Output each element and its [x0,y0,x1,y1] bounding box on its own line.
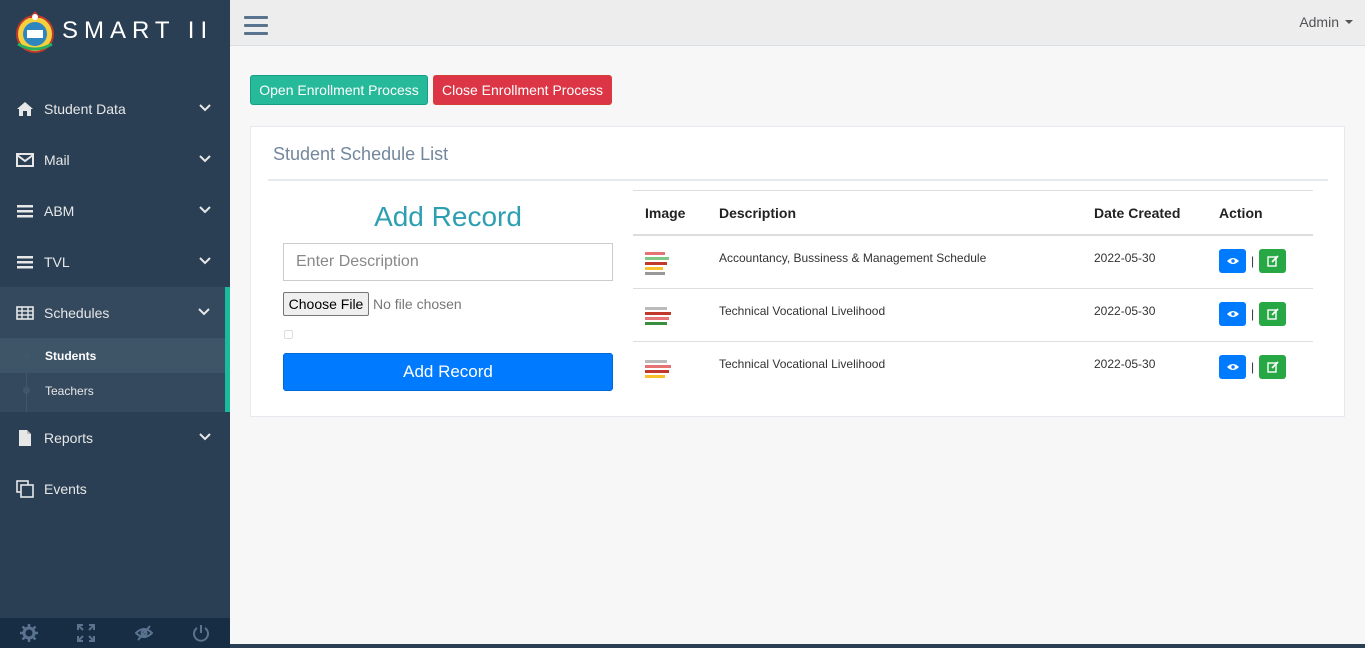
sidebar-menu: Student Data Mail ABM TVL Schedules Stud… [0,83,230,514]
submenu-item-students[interactable]: Students [0,338,225,373]
schedules-submenu: Students Teachers [0,338,230,412]
edit-icon [1266,308,1279,320]
file-status: No file chosen [373,296,462,312]
row-description: Accountancy, Bussiness & Management Sche… [719,251,987,265]
add-record-button[interactable]: Add Record [283,353,613,391]
edit-button[interactable] [1259,249,1287,273]
checkbox[interactable] [284,330,293,339]
table-header: Image Description Date Created Action [633,190,1313,236]
table-row: Technical Vocational Livelihood 2022-05-… [633,342,1313,392]
sidebar-item-label: Student Data [44,100,126,117]
edit-icon [1266,255,1279,267]
file-icon [15,428,35,448]
edit-button[interactable] [1259,355,1287,379]
sidebar-item-label: Schedules [44,304,110,321]
edit-icon [1266,361,1279,373]
sidebar-item-events[interactable]: Events [0,463,230,514]
close-enrollment-button[interactable]: Close Enrollment Process [433,75,612,105]
schedule-thumbnail[interactable] [645,356,671,382]
fullscreen-icon[interactable] [76,623,96,643]
schedule-table: Image Description Date Created Action Ac… [633,190,1313,392]
sidebar-item-schedules[interactable]: Schedules [0,287,230,338]
chevron-down-icon [199,155,211,163]
sidebar-item-label: Mail [44,151,70,168]
choose-file-button[interactable]: Choose File [283,292,369,316]
view-button[interactable] [1219,249,1246,273]
table-icon [15,303,35,323]
menu-toggle-icon[interactable] [244,16,268,38]
eye-slash-icon[interactable] [134,623,154,643]
chevron-down-icon [199,104,211,112]
eye-icon [1226,364,1239,370]
chevron-down-icon [199,206,211,214]
action-separator: | [1251,307,1255,321]
submenu-item-label: Teachers [45,383,94,398]
bottom-bar [230,644,1365,648]
caret-down-icon [1345,20,1353,24]
row-date: 2022-05-30 [1094,251,1156,265]
power-icon[interactable] [191,623,211,643]
user-name: Admin [1299,14,1339,30]
header-action: Action [1219,204,1263,221]
panel-divider [268,179,1328,181]
sidebar-item-abm[interactable]: ABM [0,185,230,236]
eye-icon [1226,311,1239,317]
user-menu[interactable]: Admin [1299,14,1353,30]
sidebar-item-mail[interactable]: Mail [0,134,230,185]
row-description: Technical Vocational Livelihood [719,304,886,318]
header-description: Description [719,204,797,221]
chevron-down-icon [198,308,210,316]
view-button[interactable] [1219,302,1246,326]
brand[interactable]: SMART II [0,0,230,62]
schedule-thumbnail[interactable] [645,303,671,329]
school-seal-icon [16,11,54,53]
sidebar-item-reports[interactable]: Reports [0,412,230,463]
sidebar-footer [0,618,230,648]
sidebar: SMART II Student Data Mail ABM TVL Sched… [0,0,230,648]
table-row: Accountancy, Bussiness & Management Sche… [633,236,1313,289]
row-description: Technical Vocational Livelihood [719,357,886,371]
envelope-icon [15,150,35,170]
sidebar-item-label: Reports [44,429,94,446]
view-button[interactable] [1219,355,1246,379]
sidebar-item-label: ABM [44,202,75,219]
header-image: Image [645,204,686,221]
header-date-created: Date Created [1094,204,1181,221]
schedule-panel: Student Schedule List Add Record Choose … [250,126,1345,417]
row-actions: | [1219,302,1287,326]
schedule-thumbnail[interactable] [645,250,671,276]
add-record-heading: Add Record [374,201,522,232]
home-icon [15,99,35,119]
chevron-down-icon [199,433,211,441]
action-separator: | [1251,254,1255,268]
row-date: 2022-05-30 [1094,304,1156,318]
open-enrollment-button[interactable]: Open Enrollment Process [250,75,428,105]
description-input[interactable] [283,243,613,281]
top-navbar: Admin [230,0,1365,46]
sidebar-item-tvl[interactable]: TVL [0,236,230,287]
row-actions: | [1219,249,1287,273]
submenu-item-label: Students [45,348,97,363]
action-separator: | [1251,360,1255,374]
edit-button[interactable] [1259,302,1287,326]
gear-icon[interactable] [19,623,39,643]
row-date: 2022-05-30 [1094,357,1156,371]
eye-icon [1226,258,1239,264]
panel-title: Student Schedule List [273,144,449,164]
sidebar-item-label: Events [44,480,87,497]
bars-icon [15,252,35,272]
chevron-down-icon [199,257,211,265]
copy-icon [15,479,35,499]
row-actions: | [1219,355,1287,379]
table-row: Technical Vocational Livelihood 2022-05-… [633,289,1313,342]
sidebar-item-label: TVL [44,253,70,270]
sidebar-item-student-data[interactable]: Student Data [0,83,230,134]
bars-icon [15,201,35,221]
brand-title: SMART II [62,17,214,44]
submenu-item-teachers[interactable]: Teachers [0,373,225,408]
